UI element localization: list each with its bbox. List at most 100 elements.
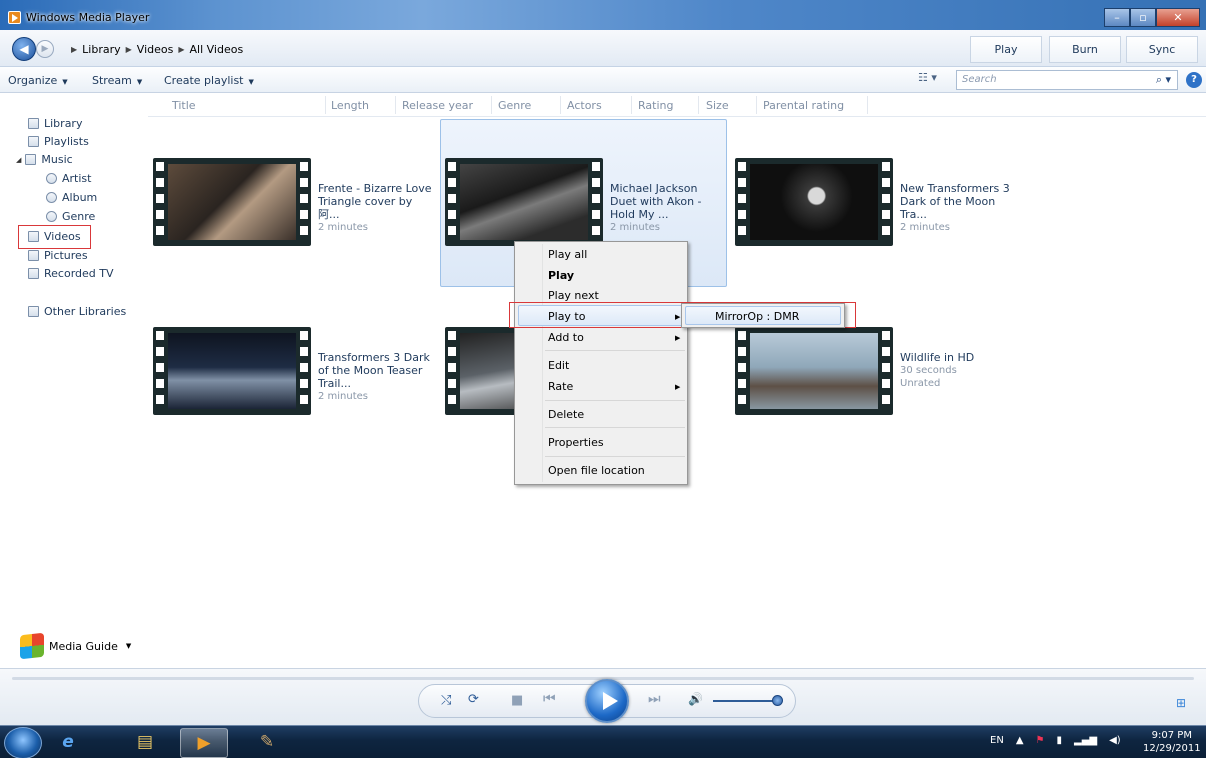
show-hidden-icons-icon[interactable]: ▲ [1016, 735, 1024, 746]
play-button[interactable] [585, 679, 629, 723]
forward-button[interactable]: ▶ [36, 40, 54, 58]
switch-to-now-playing-icon[interactable]: ⊞ [1176, 696, 1186, 710]
tab-play[interactable]: Play [970, 36, 1042, 63]
search-box[interactable]: Search ⌕ ▾ [956, 70, 1178, 90]
search-icon[interactable]: ⌕ ▾ [1156, 73, 1171, 87]
sidebar-item-album[interactable]: Album [46, 189, 97, 206]
menu-separator [545, 400, 685, 401]
sidebar-item-artist[interactable]: Artist [46, 170, 91, 187]
submenu-item-mirrorop-dmr[interactable]: MirrorOp : DMR [715, 310, 799, 323]
network-signal-icon[interactable]: ▂▄▆ [1074, 735, 1097, 746]
sidebar-item-genre[interactable]: Genre [46, 208, 95, 225]
video-tile[interactable]: Transformers 3 Dark of the Moon Teaser T… [148, 327, 430, 417]
video-duration: 30 seconds [900, 365, 957, 376]
maximize-button[interactable]: ▫ [1130, 8, 1156, 27]
menu-item-play[interactable]: Play [548, 269, 574, 282]
video-tile[interactable]: Wildlife in HD 30 seconds Unrated [730, 327, 1010, 417]
internet-explorer-icon[interactable]: e [44, 728, 92, 758]
next-icon[interactable]: ⏭ [648, 691, 661, 707]
wmp-app-icon [8, 11, 21, 24]
speaker-icon[interactable]: ◀) [1109, 735, 1121, 746]
organize-menu[interactable]: Organize ▼ [8, 74, 68, 87]
file-explorer-icon[interactable]: ▤ [121, 728, 169, 758]
minimize-button[interactable]: – [1104, 8, 1130, 27]
back-button[interactable]: ◀ [12, 37, 36, 61]
sidebar-item-pictures[interactable]: Pictures [28, 247, 88, 264]
toolbar: Organize ▼ Stream ▼ Create playlist ▼ ☷ ▾ S… [0, 67, 1206, 93]
video-tile[interactable]: Michael Jackson Duet with Akon - Hold My… [440, 158, 720, 248]
sidebar-item-library[interactable]: Library [28, 115, 82, 132]
video-thumbnail [735, 158, 893, 246]
column-title[interactable]: Title [172, 99, 196, 112]
breadcrumb-library[interactable]: Library [82, 43, 120, 56]
menu-item-delete[interactable]: Delete [548, 408, 584, 421]
column-rating[interactable]: Rating [638, 99, 673, 112]
menu-item-play-all[interactable]: Play all [548, 248, 587, 261]
windows-media-player-icon[interactable]: ▶ [180, 728, 228, 758]
repeat-icon[interactable]: ⟳ [468, 692, 479, 707]
sidebar-item-label: Other Libraries [44, 305, 127, 318]
menu-item-rate[interactable]: Rate [548, 380, 573, 393]
action-center-flag-icon[interactable]: ⚑ [1036, 735, 1045, 746]
sidebar-item-music[interactable]: ◢ Music [16, 151, 73, 168]
column-divider [631, 96, 632, 114]
sidebar: Library Playlists ◢ Music Artist Album Ge… [0, 93, 148, 668]
view-options-button[interactable]: ☷ ▾ [918, 71, 956, 89]
tab-sync[interactable]: Sync [1126, 36, 1198, 63]
volume-knob[interactable] [772, 695, 783, 706]
breadcrumb-arrow-icon: ▶ [178, 44, 185, 54]
column-release-year[interactable]: Release year [402, 99, 473, 112]
sidebar-item-videos[interactable]: Videos [28, 228, 81, 245]
column-length[interactable]: Length [331, 99, 369, 112]
stop-icon[interactable]: ■ [511, 693, 523, 708]
title-bar[interactable]: Windows Media Player – ▫ ✕ [0, 0, 1206, 30]
menu-item-properties[interactable]: Properties [548, 436, 604, 449]
previous-icon[interactable]: ⏮ [543, 691, 556, 707]
artist-icon [46, 173, 57, 184]
clock[interactable]: 9:07 PM 12/29/2011 [1143, 729, 1201, 755]
sidebar-item-recorded-tv[interactable]: Recorded TV [28, 265, 114, 282]
battery-icon[interactable]: ▮ [1056, 735, 1062, 746]
sidebar-item-label: Genre [62, 210, 96, 223]
close-button[interactable]: ✕ [1156, 8, 1200, 27]
other-libraries-icon [28, 306, 39, 317]
media-guide-button[interactable]: Media Guide ▼ [20, 632, 131, 660]
menu-item-add-to[interactable]: Add to [548, 331, 584, 344]
play-to-submenu: MirrorOp : DMR [681, 303, 845, 328]
video-thumbnail [153, 327, 311, 415]
start-button[interactable] [4, 727, 42, 758]
column-divider [867, 96, 868, 114]
column-header-row: Title Length Release year Genre Actors R… [148, 93, 1206, 117]
tab-burn[interactable]: Burn [1049, 36, 1121, 63]
column-actors[interactable]: Actors [567, 99, 602, 112]
language-indicator[interactable]: EN [990, 735, 1004, 746]
video-thumbnail [153, 158, 311, 246]
chevron-down-icon: ▼ [248, 78, 254, 86]
video-tile[interactable]: Frente - Bizarre Love Triangle cover by … [148, 158, 432, 248]
sidebar-item-playlists[interactable]: Playlists [28, 133, 89, 150]
stream-menu[interactable]: Stream ▼ [92, 74, 142, 87]
column-genre[interactable]: Genre [498, 99, 531, 112]
column-size[interactable]: Size [706, 99, 729, 112]
tv-icon [28, 268, 39, 279]
paint-icon[interactable]: ✎ [243, 728, 291, 758]
menu-item-edit[interactable]: Edit [548, 359, 569, 372]
album-disc-icon [46, 192, 57, 203]
breadcrumb-all-videos[interactable]: All Videos [190, 43, 244, 56]
chevron-down-icon: ▼ [62, 78, 68, 86]
create-playlist-menu[interactable]: Create playlist ▼ [164, 74, 254, 87]
search-input[interactable]: Search [962, 74, 997, 85]
help-icon[interactable]: ? [1186, 72, 1202, 88]
mute-icon[interactable]: 🔊 [688, 692, 703, 706]
video-title: Michael Jackson Duet with Akon - Hold My… [610, 182, 702, 221]
volume-slider[interactable] [713, 700, 779, 702]
video-tile[interactable]: New Transformers 3 Dark of the Moon Tra.… [730, 158, 1010, 248]
video-duration: 2 minutes [900, 222, 951, 233]
menu-item-open-file-location[interactable]: Open file location [548, 464, 645, 477]
shuffle-icon[interactable]: ⤭ [441, 693, 451, 708]
expand-arrow-icon[interactable]: ◢ [16, 156, 21, 164]
menu-item-play-next[interactable]: Play next [548, 289, 599, 302]
column-parental-rating[interactable]: Parental rating [763, 99, 844, 112]
breadcrumb-videos[interactable]: Videos [137, 43, 174, 56]
sidebar-item-other-libraries[interactable]: Other Libraries [28, 303, 126, 320]
